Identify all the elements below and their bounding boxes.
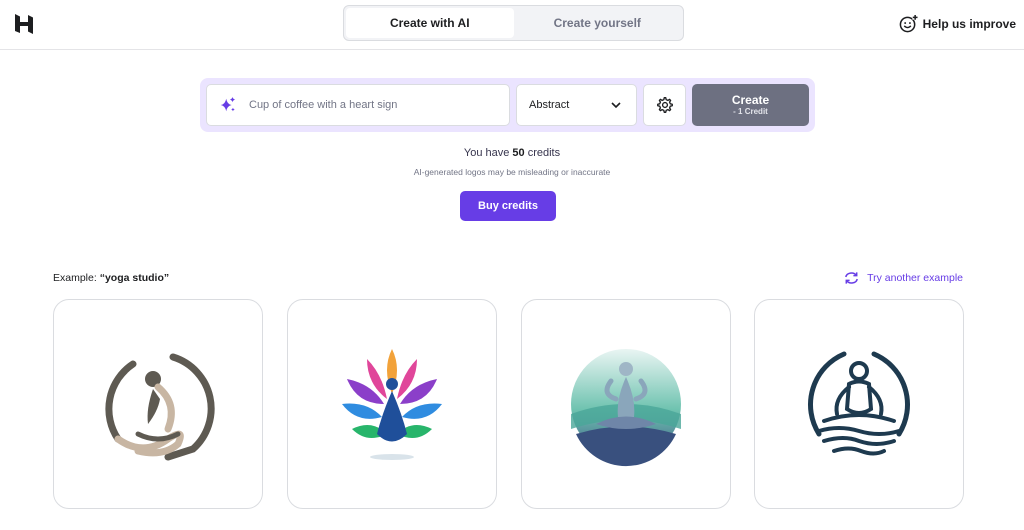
prompt-field[interactable]: [206, 84, 510, 126]
buy-credits-button[interactable]: Buy credits: [460, 191, 556, 221]
example-label: Example: “yoga studio”: [53, 272, 169, 284]
credits-amount: 50: [512, 147, 525, 159]
logo-card-1[interactable]: [53, 299, 263, 509]
settings-button[interactable]: [643, 84, 686, 126]
example-prefix: Example:: [53, 272, 100, 284]
mode-switch: Create with AI Create yourself: [343, 5, 684, 41]
smiley-plus-icon: [899, 14, 918, 33]
yoga-logo-image-2: [342, 349, 442, 460]
help-us-improve-label: Help us improve: [922, 16, 1016, 31]
hostinger-h-icon[interactable]: [13, 13, 35, 35]
ai-disclaimer: AI-generated logos may be misleading or …: [413, 167, 611, 177]
logo-card-3[interactable]: [521, 299, 731, 509]
try-another-example-button[interactable]: Try another example: [843, 271, 963, 285]
style-selected-value: Abstract: [529, 99, 570, 111]
logo-card-2[interactable]: [287, 299, 497, 509]
prompt-bar: Abstract Create - 1 Credit: [200, 78, 815, 132]
gear-icon: [656, 97, 673, 113]
create-button[interactable]: Create - 1 Credit: [692, 84, 809, 126]
yoga-logo-image-1: [105, 353, 215, 461]
chevron-down-icon: [611, 102, 621, 109]
sparkles-icon: [220, 96, 236, 112]
create-cost-label: - 1 Credit: [733, 107, 768, 116]
style-dropdown[interactable]: Abstract: [516, 84, 637, 126]
credits-info: You have 50 credits: [0, 147, 1024, 159]
refresh-icon: [845, 272, 859, 284]
yoga-logo-image-4: [808, 351, 910, 456]
credits-suffix: credits: [524, 147, 561, 159]
create-label: Create: [731, 93, 770, 107]
try-another-label: Try another example: [867, 272, 963, 284]
top-bar: Create with AI Create yourself Help us i…: [0, 0, 1024, 50]
tab-create-with-ai[interactable]: Create with AI: [346, 8, 514, 38]
tab-create-yourself[interactable]: Create yourself: [514, 8, 682, 38]
yoga-logo-image-3: [571, 349, 681, 467]
example-query: “yoga studio”: [99, 272, 170, 284]
prompt-input[interactable]: [247, 98, 491, 112]
help-us-improve-button[interactable]: Help us improve: [899, 14, 1016, 33]
credits-prefix: You have: [463, 147, 513, 159]
logo-card-4[interactable]: [754, 299, 964, 509]
